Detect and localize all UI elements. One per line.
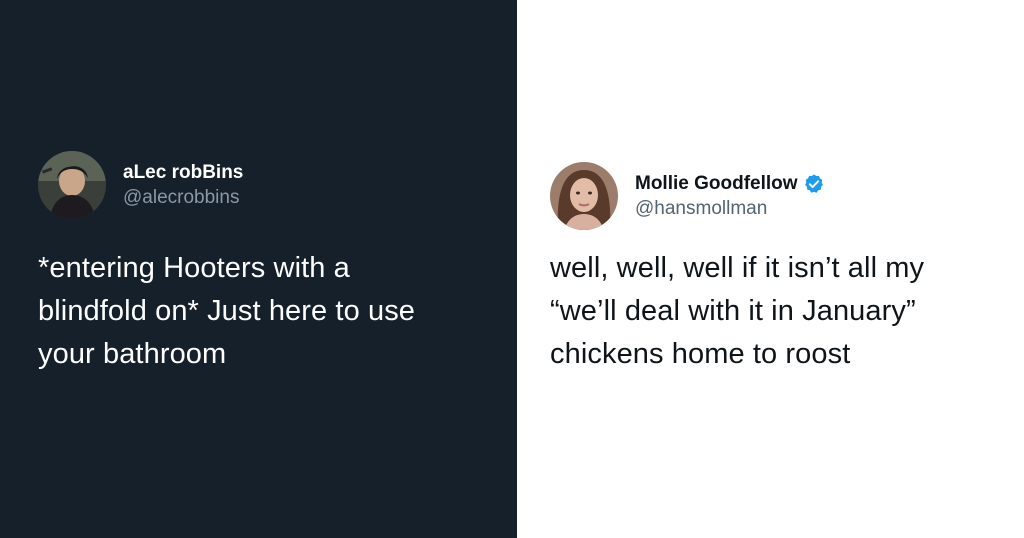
handle[interactable]: @hansmollman bbox=[635, 196, 825, 221]
tweet-text: *entering Hooters with a blindfold on* J… bbox=[38, 252, 416, 370]
handle[interactable]: @alecrobbins bbox=[123, 185, 243, 210]
left-tweet-card: aLec robBins @alecrobbins *entering Hoot… bbox=[0, 0, 517, 538]
avatar[interactable] bbox=[38, 151, 106, 219]
tweet-text: well, well, well if it isn’t all my “we’… bbox=[550, 252, 925, 370]
verified-badge-icon bbox=[803, 173, 825, 195]
right-tweet-header: Mollie Goodfellow @hansmollman bbox=[550, 162, 825, 230]
right-tweet-card: Mollie Goodfellow @hansmollman well, wel… bbox=[517, 0, 1024, 538]
display-name[interactable]: Mollie Goodfellow bbox=[635, 171, 798, 196]
left-tweet-header: aLec robBins @alecrobbins bbox=[38, 151, 243, 219]
display-name[interactable]: aLec robBins bbox=[123, 160, 243, 185]
avatar[interactable] bbox=[550, 162, 618, 230]
